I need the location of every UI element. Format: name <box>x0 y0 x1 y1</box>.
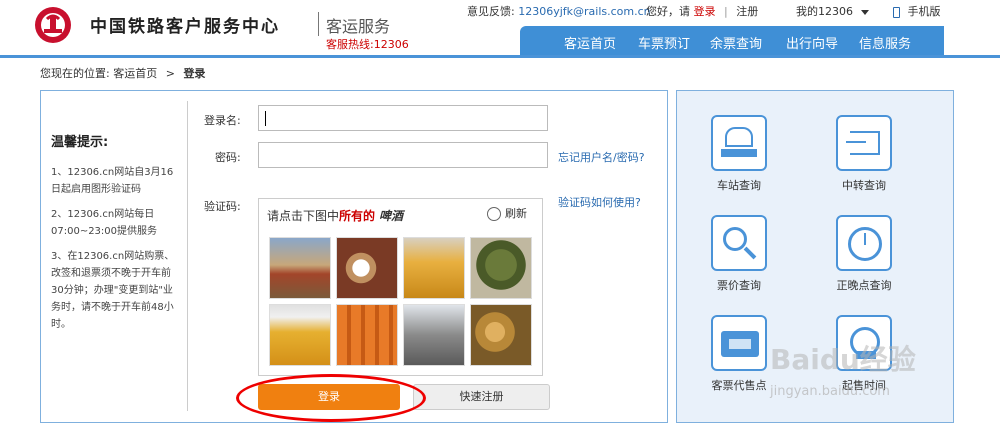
nav-item-info[interactable]: 信息服务 <box>859 33 911 52</box>
captcha-box: 请点击下图中所有的 啤酒 刷新 <box>258 198 543 376</box>
breadcrumb: 您现在的位置: 客运首页 > 登录 <box>40 65 205 81</box>
captcha-tile-potatoes[interactable] <box>470 304 532 366</box>
tip-item: 2、12306.cn网站每日07:00~23:00提供服务 <box>51 209 158 237</box>
password-input[interactable] <box>258 142 548 168</box>
quick-label: 中转查询 <box>842 179 886 192</box>
captcha-tile-rock[interactable] <box>403 304 465 366</box>
quick-label: 正晚点查询 <box>836 279 892 292</box>
captcha-tile-carrots[interactable] <box>336 304 398 366</box>
captcha-tile-star[interactable] <box>336 237 398 299</box>
clock-icon <box>836 215 892 271</box>
captcha-refresh-button[interactable]: 刷新 <box>487 205 527 221</box>
username-input[interactable] <box>258 105 548 131</box>
refresh-icon <box>487 207 501 221</box>
quick-transfer-query[interactable]: 中转查询 <box>819 115 909 193</box>
nav-item-home[interactable]: 客运首页 <box>564 33 616 52</box>
mobile-label: 手机版 <box>907 5 941 18</box>
header-divider <box>318 12 319 36</box>
fare-search-icon <box>711 215 767 271</box>
breadcrumb-prefix: 您现在的位置: <box>40 67 110 80</box>
captcha-help-link[interactable]: 验证码如何使用? <box>558 194 641 210</box>
tip-item: 3、在12306.cn网站购票、改签和退票须不晚于开车前30分钟；办理"变更到站… <box>51 251 175 330</box>
tips-title: 温馨提示: <box>51 135 109 150</box>
breadcrumb-arrow: > <box>165 67 175 80</box>
station-icon <box>711 115 767 171</box>
text-caret <box>265 111 266 126</box>
tips-panel: 温馨提示: 1、12306.cn网站自3月16日起启用图形验证码 2、12306… <box>51 131 181 341</box>
header-rule <box>0 55 1000 58</box>
quick-station-query[interactable]: 车站查询 <box>694 115 784 193</box>
forgot-password-link[interactable]: 忘记用户名/密码? <box>558 149 645 165</box>
captcha-tile-beer-mug[interactable] <box>269 304 331 366</box>
brand-title: 中国铁路客户服务中心 <box>90 17 280 37</box>
captcha-prompt-text: 请点击下图中 <box>267 209 340 223</box>
mobile-link[interactable]: 手机版 <box>893 3 941 19</box>
username-label: 登录名: <box>204 114 241 127</box>
my12306-label: 我的12306 <box>796 5 853 18</box>
my12306-menu[interactable]: 我的12306 <box>796 3 869 19</box>
captcha-tile-beer[interactable] <box>403 237 465 299</box>
chevron-down-icon <box>860 9 869 15</box>
captcha-prompt-emphasis: 所有的 <box>339 209 376 223</box>
tip-item: 1、12306.cn网站自3月16日起启用图形验证码 <box>51 167 174 195</box>
hotline: 客服热线:12306 <box>326 38 409 51</box>
transfer-icon <box>836 115 892 171</box>
password-label: 密码: <box>215 151 241 164</box>
captcha-tile-cactus[interactable] <box>470 237 532 299</box>
top-header: 中国铁路客户服务中心 客运服务 客服热线:12306 意见反馈: 12306yj… <box>0 0 1000 56</box>
refresh-label: 刷新 <box>505 207 527 220</box>
quick-register-button[interactable]: 快速注册 <box>413 384 550 410</box>
feedback: 意见反馈: 12306yjfk@rails.com.cn <box>467 3 651 19</box>
header-register-link[interactable]: 注册 <box>736 5 758 18</box>
captcha-prompt: 请点击下图中所有的 啤酒 <box>267 207 403 224</box>
quick-label: 车站查询 <box>717 179 761 192</box>
highlight-circle <box>236 374 426 422</box>
quick-delay-query[interactable]: 正晚点查询 <box>819 215 909 293</box>
captcha-label: 验证码: <box>204 200 241 213</box>
login-links: 您好，请 登录 | 注册 <box>646 3 758 19</box>
nav-item-guide[interactable]: 出行向导 <box>786 33 838 52</box>
service-title: 客运服务 <box>326 17 391 36</box>
phone-icon <box>893 6 900 18</box>
watermark-logo: Baidu经验 <box>770 343 916 376</box>
quick-fare-query[interactable]: 票价查询 <box>694 215 784 293</box>
breadcrumb-home[interactable]: 客运首页 <box>113 67 157 80</box>
nav-item-tickets[interactable]: 余票查询 <box>710 33 762 52</box>
ticket-agency-icon <box>711 315 767 371</box>
watermark-url: jingyan.baidu.com <box>770 384 890 399</box>
main-nav: 客运首页 车票预订 余票查询 出行向导 信息服务 <box>520 26 944 56</box>
captcha-tile-dragon-boat[interactable] <box>269 237 331 299</box>
nav-item-booking[interactable]: 车票预订 <box>638 33 690 52</box>
feedback-email-link[interactable]: 12306yjfk@rails.com.cn <box>518 5 650 18</box>
link-separator: | <box>724 5 728 18</box>
captcha-target-word: 啤酒 <box>379 209 404 223</box>
quick-label: 票价查询 <box>717 279 761 292</box>
login-panel: 温馨提示: 1、12306.cn网站自3月16日起启用图形验证码 2、12306… <box>40 90 668 423</box>
breadcrumb-current: 登录 <box>183 67 206 80</box>
panel-divider <box>187 101 188 411</box>
header-login-link[interactable]: 登录 <box>694 5 716 18</box>
railway-logo-icon <box>35 7 71 43</box>
feedback-label: 意见反馈: <box>467 5 515 18</box>
greeting-text: 您好，请 <box>646 5 690 18</box>
